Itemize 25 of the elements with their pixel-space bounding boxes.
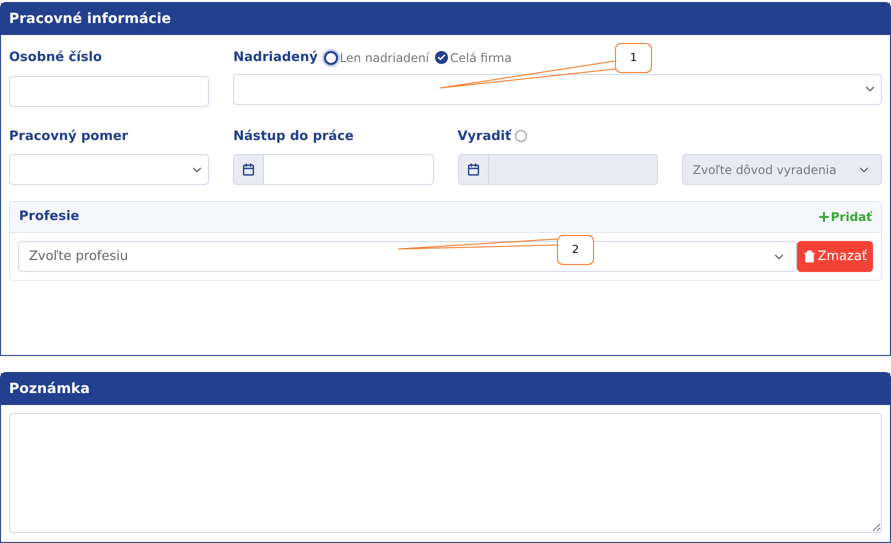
calendar-icon (466, 163, 480, 176)
radio-option[interactable]: Celá firma (435, 48, 512, 67)
text-field[interactable] (9, 76, 210, 106)
note-textarea[interactable] (9, 413, 882, 533)
delete-button[interactable]: Zmazať (796, 241, 873, 272)
plus-icon (816, 210, 831, 224)
date-field[interactable] (233, 154, 434, 185)
check-icon (437, 53, 446, 62)
field-label: Nástup do práce (233, 128, 355, 146)
select-field[interactable] (9, 154, 210, 185)
radio-button[interactable] (515, 130, 528, 142)
add-button[interactable]: Pridať (816, 208, 872, 226)
calendar-icon (242, 163, 256, 176)
radio-option[interactable]: Len nadriadení (324, 48, 430, 67)
field-label: Osobné číslo (9, 49, 103, 67)
card-title: Profesie (19, 208, 80, 226)
callout-label: 1 (615, 43, 652, 73)
field-label: Pracovný pomer (9, 128, 130, 146)
panel-title: Poznámka (1, 373, 890, 405)
panel-title: Pracovné informácie (1, 3, 890, 35)
trash-icon (802, 250, 816, 263)
select-field[interactable] (233, 74, 882, 104)
callout-label: 2 (557, 235, 594, 265)
field-label: Nadriadený (233, 49, 318, 67)
field-label: Vyradiť (458, 128, 512, 146)
